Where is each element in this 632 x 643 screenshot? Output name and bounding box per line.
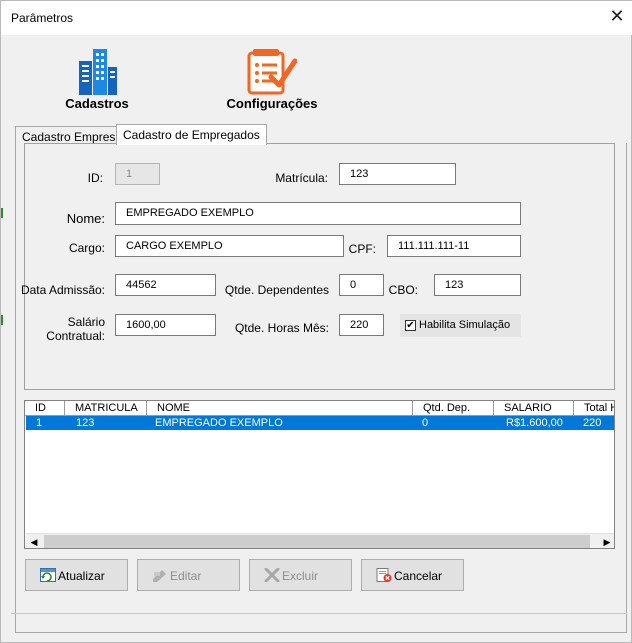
horizontal-scrollbar[interactable]: ◀ ▶ — [26, 533, 614, 548]
atualizar-label: Atualizar — [58, 569, 105, 583]
nome-field[interactable]: EMPREGADO EXEMPLO — [115, 202, 521, 225]
grid-header-matricula[interactable]: MATRICULA — [65, 401, 147, 416]
salario-label-line1: Salário — [67, 315, 105, 329]
edit-icon — [153, 570, 166, 582]
qtde-dependentes-field[interactable]: 0 — [339, 274, 384, 296]
employees-grid[interactable]: ID MATRICULA NOME Qtd. Dep. SALARIO Tota… — [24, 400, 615, 549]
habilita-simulacao-option[interactable]: ✔ Habilita Simulação — [400, 314, 521, 337]
table-row[interactable]: 1 123 EMPREGADO EXEMPLO 0 R$1.600,00 220 — [26, 416, 614, 430]
matricula-field[interactable]: 123 — [339, 163, 456, 185]
grid-header-id[interactable]: ID — [25, 401, 65, 416]
window-title: Parâmetros — [11, 11, 74, 25]
document-checkmark-icon — [247, 49, 297, 95]
cell-qtd-dep: 0 — [422, 417, 429, 429]
habilita-simulacao-label: Habilita Simulação — [419, 319, 511, 331]
cpf-label: CPF: — [348, 242, 376, 256]
edge-mark — [1, 208, 3, 218]
id-label: ID: — [87, 171, 103, 185]
cbo-field[interactable]: 123 — [434, 274, 521, 296]
excluir-button[interactable]: Excluir — [249, 559, 352, 591]
edge-mark — [1, 315, 3, 325]
id-field: 1 — [115, 163, 160, 185]
horas-mes-label: Qtde. Horas Mês: — [234, 321, 329, 335]
data-admissao-label: Data Admissão: — [20, 283, 105, 297]
delete-x-icon — [264, 568, 280, 582]
cancelar-label: Cancelar — [394, 569, 443, 583]
refresh-table-icon — [40, 568, 56, 582]
scroll-right-button[interactable]: ▶ — [599, 534, 614, 548]
title-bar: Parâmetros ✕ — [1, 1, 632, 35]
cancel-document-icon — [376, 568, 392, 582]
grid-header-salario[interactable]: SALARIO — [494, 401, 574, 416]
cell-matricula: 123 — [76, 417, 95, 429]
scroll-left-button[interactable]: ◀ — [26, 534, 42, 548]
salario-label-line2: Contratual: — [46, 329, 105, 343]
atualizar-button[interactable]: Atualizar — [25, 559, 128, 591]
tab-cadastro-empregados[interactable]: Cadastro de Empregados — [116, 124, 267, 145]
editar-label: Editar — [170, 569, 202, 583]
configuracoes-label: Configurações — [226, 96, 318, 111]
cell-salario: R$1.600,00 — [506, 417, 563, 429]
grid-header-nome[interactable]: NOME — [147, 401, 413, 416]
status-separator — [11, 613, 627, 614]
tab-cadastro-empresa[interactable]: Cadastro Empresa — [15, 126, 130, 144]
configuracoes-button[interactable]: Configurações — [223, 45, 321, 115]
cbo-label: CBO: — [388, 283, 418, 297]
grid-header-qtd-dep[interactable]: Qtd. Dep. — [413, 401, 494, 416]
cargo-label: Cargo: — [68, 241, 105, 255]
data-admissao-field[interactable]: 44562 — [115, 274, 216, 296]
cadastros-button[interactable]: Cadastros — [56, 45, 138, 115]
close-button[interactable]: ✕ — [605, 5, 629, 29]
qtde-dependentes-label: Qtde. Dependentes — [224, 283, 329, 297]
grid-header-total-horas[interactable]: Total H — [574, 401, 614, 416]
cell-nome: EMPREGADO EXEMPLO — [155, 417, 283, 429]
cpf-field[interactable]: 111.111.111-11 — [387, 235, 521, 257]
matricula-label: Matrícula: — [275, 171, 328, 185]
parametros-window: Parâmetros ✕ Cadastros Configurações Cad… — [0, 0, 632, 643]
cell-id: 1 — [36, 417, 43, 429]
salario-field[interactable]: 1600,00 — [115, 314, 216, 336]
horas-mes-field[interactable]: 220 — [339, 314, 384, 336]
habilita-simulacao-checkbox[interactable]: ✔ — [405, 320, 416, 331]
nome-label: Nome: — [66, 211, 105, 226]
cancelar-button[interactable]: Cancelar — [361, 559, 464, 591]
cell-total-horas: 220 — [583, 417, 602, 429]
cargo-field[interactable]: CARGO EXEMPLO — [115, 235, 344, 257]
buildings-icon — [79, 49, 117, 95]
scroll-thumb[interactable] — [44, 535, 590, 548]
editar-button[interactable]: Editar — [137, 559, 240, 591]
cadastros-label: Cadastros — [65, 96, 129, 111]
excluir-label: Excluir — [282, 569, 319, 583]
